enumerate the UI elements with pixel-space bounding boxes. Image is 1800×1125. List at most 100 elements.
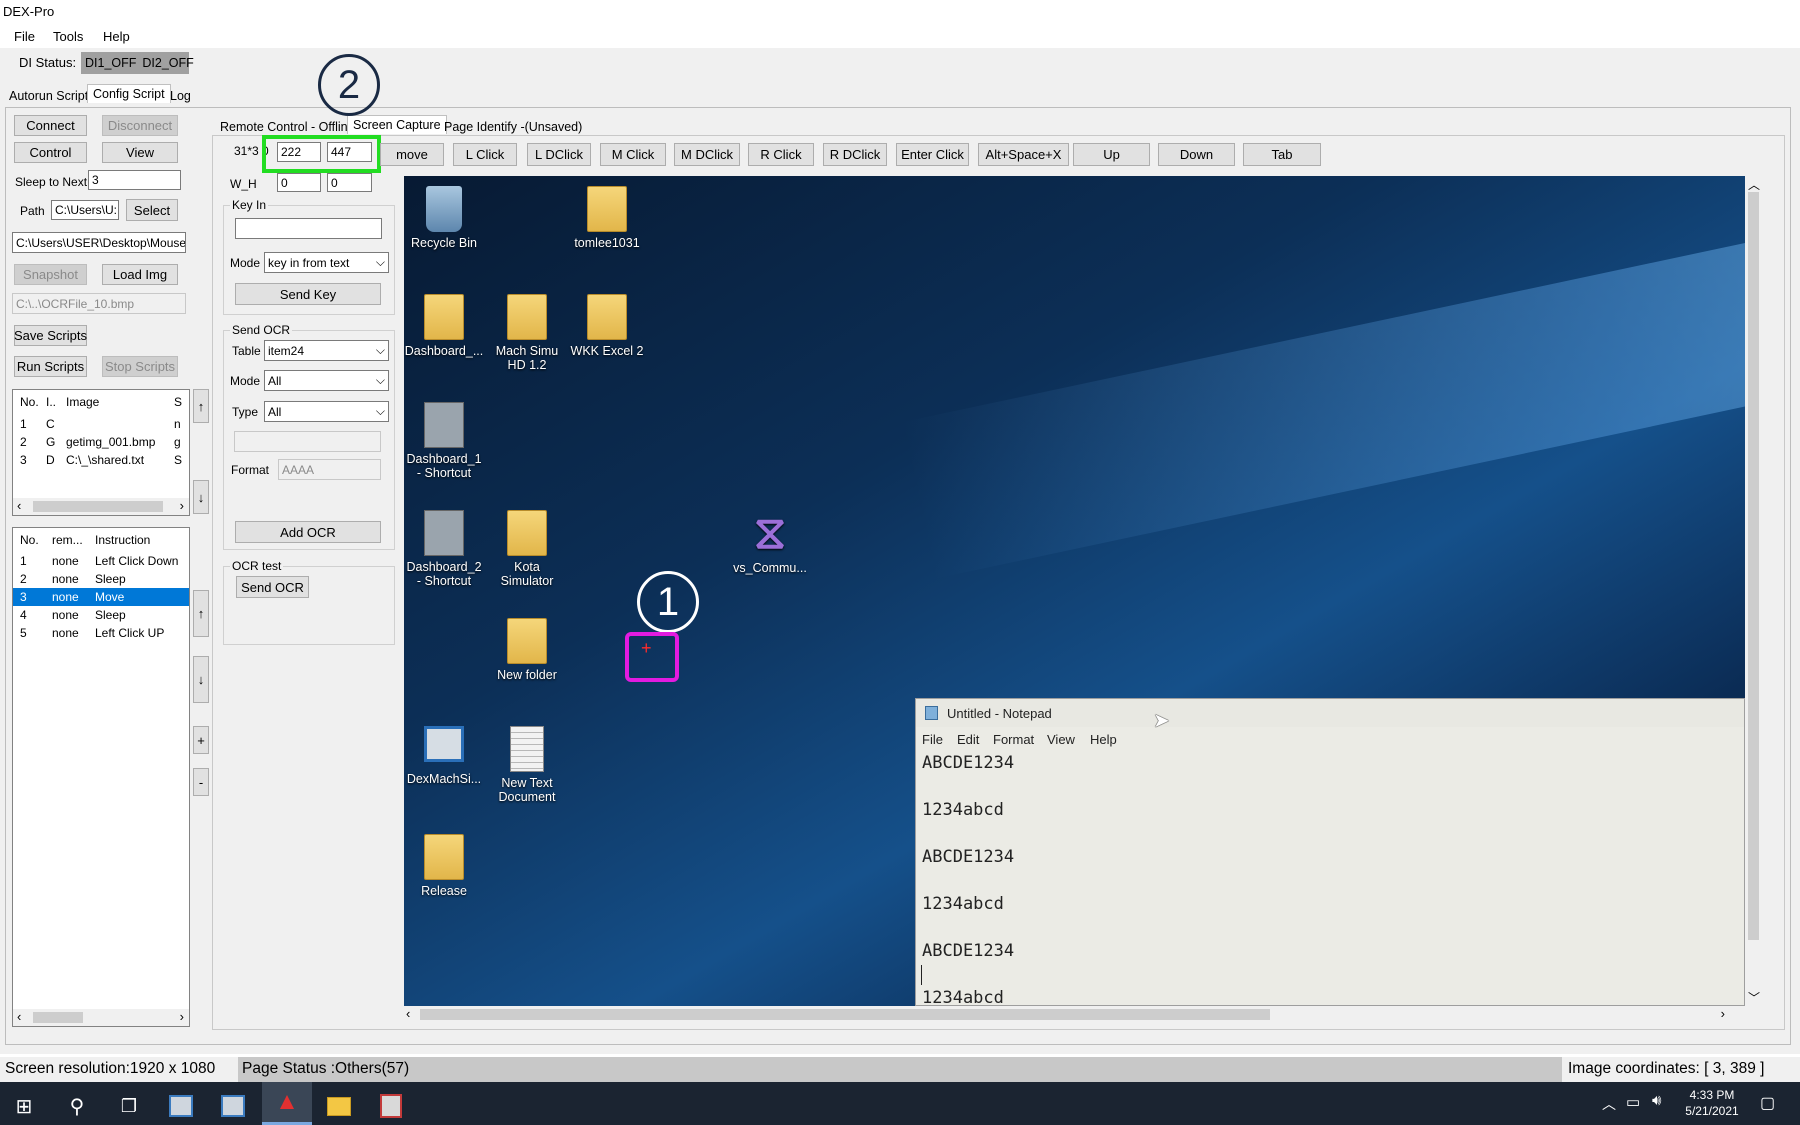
ocr-file-input[interactable]: C:\..\OCRFile_10.bmp [12,293,186,314]
scroll-left-icon[interactable]: ‹ [406,1006,410,1021]
ocr-table-select[interactable]: item24 ⌵ [264,340,389,361]
path-input[interactable]: C:\Users\U: [51,200,119,220]
desktop-icon-dashboard-1-shortcut[interactable]: Dashboard_1 - Shortcut [404,402,484,480]
notepad-menu-edit[interactable]: Edit [957,732,979,747]
tab-log[interactable]: Log [165,87,196,105]
list2-move-up-button[interactable]: ↑ [193,590,209,637]
column-header[interactable]: No. [13,533,52,547]
ocr-test-send-button[interactable]: Send OCR [236,576,309,598]
network-icon[interactable]: ▭ [1626,1093,1640,1111]
column-header[interactable]: Instruction [95,533,185,547]
scrollbar-thumb[interactable] [33,1012,83,1023]
tab-config-script[interactable]: Config Script [87,84,171,103]
select-path-button[interactable]: Select [126,199,178,221]
table-row[interactable]: 5 none Left Click UP [13,624,189,642]
down-button[interactable]: Down [1158,143,1235,166]
list1-move-up-button[interactable]: ↑ [193,389,209,423]
save-scripts-button[interactable]: Save Scripts [14,325,87,346]
desktop-icon-dashboard[interactable]: Dashboard_... [404,294,484,358]
sleep-to-next-input[interactable]: 3 [88,170,181,190]
file-explorer-icon[interactable] [323,1090,355,1122]
scrollbar-thumb[interactable] [420,1009,1270,1020]
notification-icon[interactable]: ▢ [1760,1093,1775,1113]
table-row[interactable]: 3 D C:\_\shared.txt S [13,451,184,469]
stop-scripts-button[interactable]: Stop Scripts [102,356,178,377]
table-row[interactable]: 1 none Left Click Down [13,552,189,570]
notepad-text-area[interactable]: ABCDE1234 1234abcd ABCDE1234 1234abcd AB… [916,751,1744,1005]
ocr-extra-input[interactable] [234,431,381,452]
list2-move-down-button[interactable]: ↓ [193,656,209,703]
menu-tools[interactable]: Tools [53,29,83,44]
desktop-icon-mach-simu[interactable]: Mach Simu HD 1.2 [487,294,567,372]
column-header[interactable]: No. [13,395,46,409]
desktop-icon-new-text-document[interactable]: New Text Document [487,726,567,804]
search-icon[interactable]: ⚲ [61,1090,93,1122]
clock[interactable]: 4:33 PM 5/21/2021 [1672,1087,1752,1119]
desktop-icon-wkk-excel[interactable]: WKK Excel 2 [567,294,647,358]
scroll-right-icon[interactable]: › [180,498,184,513]
capture-horizontal-scrollbar[interactable]: ‹ › [404,1006,1745,1023]
run-scripts-button[interactable]: Run Scripts [14,356,87,377]
column-header[interactable]: rem... [52,533,95,547]
task-view-icon[interactable]: ❐ [113,1090,145,1122]
instruction-list[interactable]: No. rem... Instruction 1 none Left Click… [12,527,190,1027]
table-row[interactable]: 1 C n [13,415,184,433]
show-hidden-icons-icon[interactable]: ︿ [1602,1094,1616,1114]
ocr-mode-select[interactable]: All ⌵ [264,370,389,391]
notepad-menu-file[interactable]: File [922,732,943,747]
width-input[interactable]: 0 [277,173,321,192]
table-row[interactable]: 2 none Sleep [13,570,189,588]
scroll-right-icon[interactable]: › [180,1009,184,1024]
desktop-icon-vs-community[interactable]: ⧖ vs_Commu... [730,507,810,575]
scroll-right-icon[interactable]: › [1721,1006,1725,1021]
menu-help[interactable]: Help [103,29,130,44]
list2-remove-button[interactable]: - [193,768,209,796]
enter-click-button[interactable]: Enter Click [896,143,969,166]
move-button[interactable]: move [380,143,444,166]
send-key-button[interactable]: Send Key [235,283,381,305]
scroll-down-icon[interactable]: ﹀ [1748,989,1760,1006]
control-button[interactable]: Control [14,142,87,163]
scrollbar-thumb[interactable] [1748,192,1759,940]
menu-file[interactable]: File [14,29,35,44]
column-header[interactable]: S [174,395,184,409]
disconnect-button[interactable]: Disconnect [102,115,178,136]
key-in-input[interactable] [235,218,382,239]
right-double-click-button[interactable]: R DClick [823,143,887,166]
scroll-left-icon[interactable]: ‹ [17,1009,21,1024]
desktop-icon-tomlee1031[interactable]: tomlee1031 [567,186,647,250]
desktop-icon-recycle-bin[interactable]: Recycle Bin [404,186,484,250]
add-ocr-button[interactable]: Add OCR [235,521,381,543]
column-header[interactable]: I.. [46,395,66,409]
view-button[interactable]: View [102,142,178,163]
left-double-click-button[interactable]: L DClick [527,143,591,166]
tab-autorun-script[interactable]: Autorun Script [4,87,93,105]
scroll-up-icon[interactable]: ︿ [1748,176,1760,193]
taskbar-app-icon[interactable] [165,1090,197,1122]
ocr-type-select[interactable]: All ⌵ [264,401,389,422]
desktop-icon-new-folder[interactable]: New folder [487,618,567,682]
volume-icon[interactable]: 🔊︎ [1652,1092,1661,1109]
alt-space-x-button[interactable]: Alt+Space+X [978,143,1069,166]
right-click-button[interactable]: R Click [748,143,814,166]
list1-move-down-button[interactable]: ↓ [193,480,209,514]
horizontal-scrollbar[interactable]: ‹ › [13,498,189,515]
ocr-format-input[interactable]: AAAA [278,459,381,480]
dex-pro-taskbar-icon[interactable]: ▲ [262,1082,312,1125]
full-path-input[interactable]: C:\Users\USER\Desktop\Mouse [12,232,186,253]
taskbar-app-icon[interactable] [217,1090,249,1122]
left-click-button[interactable]: L Click [453,143,517,166]
table-row[interactable]: 2 G getimg_001.bmp g [13,433,184,451]
desktop-icon-dashboard-2-shortcut[interactable]: Dashboard_2 - Shortcut [404,510,484,588]
tab-remote-control[interactable]: Remote Control - Offline [215,118,360,136]
desktop-icon-kota-simulator[interactable]: Kota Simulator [487,510,567,588]
notepad-menu-format[interactable]: Format [993,732,1034,747]
horizontal-scrollbar[interactable]: ‹ › [13,1009,189,1026]
table-row[interactable]: 4 none Sleep [13,606,189,624]
scrollbar-thumb[interactable] [33,501,163,512]
start-windows-icon[interactable]: ⊞ [8,1090,40,1122]
height-input[interactable]: 0 [327,173,372,192]
column-header[interactable]: Image [66,395,174,409]
capture-vertical-scrollbar[interactable]: ︿ ﹀ [1745,176,1762,1006]
taskbar-app-icon[interactable] [375,1090,407,1122]
